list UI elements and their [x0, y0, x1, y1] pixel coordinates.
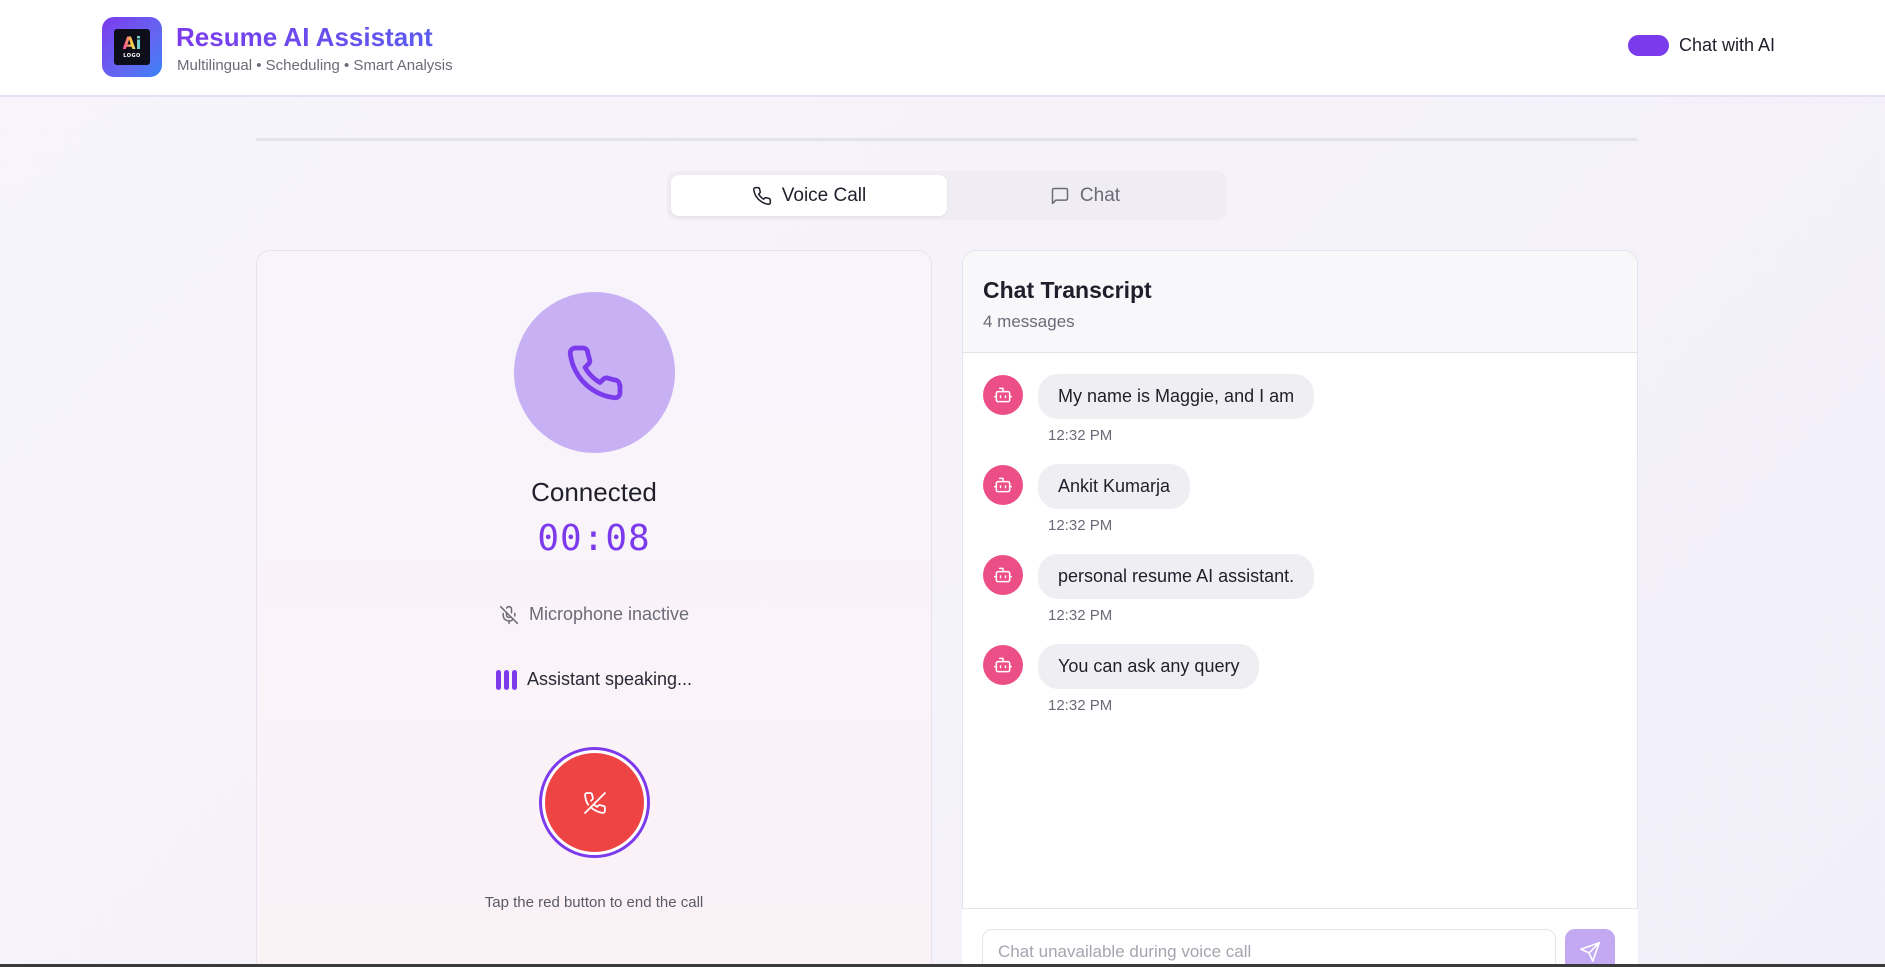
phone-icon [752, 186, 771, 205]
chat-input-bar [962, 908, 1638, 967]
chat-transcript-panel: Chat Transcript 4 messages My name is Ma… [962, 250, 1638, 967]
tab-voice-call[interactable]: Voice Call [671, 175, 947, 216]
toggle-switch[interactable] [1628, 35, 1669, 56]
app-title: Resume AI Assistant [176, 22, 433, 52]
bot-icon [993, 657, 1013, 673]
send-button[interactable] [1565, 929, 1615, 967]
message-count: 4 messages [983, 312, 1075, 331]
message-time: 12:32 PM [1048, 427, 1113, 444]
end-call-ring [539, 747, 650, 858]
end-call-hint: Tap the red button to end the call [484, 894, 704, 911]
assistant-avatar [983, 465, 1023, 505]
send-icon [1580, 942, 1600, 962]
app-subtitle: Multilingual • Scheduling • Smart Analys… [177, 57, 453, 74]
assistant-avatar [983, 645, 1023, 685]
message-time: 12:32 PM [1048, 697, 1113, 714]
bot-icon [993, 387, 1013, 403]
speaking-indicator: Assistant speaking... [257, 669, 931, 690]
mic-status-label: Microphone inactive [528, 604, 690, 624]
voice-call-panel: Connected 00:08 Microphone inactive Assi… [256, 250, 932, 967]
message-bubble: personal resume AI assistant. [1038, 554, 1315, 599]
bot-icon [993, 477, 1013, 493]
logo-mark: Ai LOGO [114, 29, 150, 65]
audio-bars-icon [495, 669, 517, 690]
transcript-header: Chat Transcript 4 messages [963, 251, 1637, 353]
bot-icon [993, 567, 1013, 583]
message-icon [1051, 187, 1069, 204]
message-time: 12:32 PM [1048, 607, 1113, 624]
mic-off-icon [499, 605, 519, 624]
call-status: Connected [531, 477, 657, 507]
tab-chat[interactable]: Chat [947, 175, 1223, 216]
message-bubble: You can ask any query [1038, 644, 1260, 689]
chat-input[interactable] [982, 929, 1556, 967]
progress-divider [256, 138, 1637, 141]
mode-tabs: Voice Call Chat [667, 171, 1227, 220]
logo-subtext: LOGO [123, 52, 141, 59]
assistant-avatar [983, 555, 1023, 595]
speaking-label: Assistant speaking... [526, 669, 693, 689]
phone-icon [567, 345, 622, 400]
transcript-title: Chat Transcript [983, 277, 1152, 303]
call-avatar [514, 292, 675, 453]
microphone-status: Microphone inactive [257, 604, 931, 625]
app-logo: Ai LOGO [102, 17, 162, 77]
message-time: 12:32 PM [1048, 517, 1113, 534]
end-call-button[interactable] [545, 753, 644, 852]
tab-chat-label: Chat [1079, 184, 1121, 206]
message-bubble: My name is Maggie, and I am [1038, 374, 1315, 419]
message-bubble: Ankit Kumarja [1038, 464, 1191, 509]
logo-text: Ai [122, 33, 142, 54]
app-header: Ai LOGO Resume AI Assistant Multilingual… [0, 0, 1885, 97]
tab-voice-call-label: Voice Call [781, 184, 867, 206]
toggle-label: Chat with AI [1679, 35, 1776, 55]
assistant-avatar [983, 375, 1023, 415]
call-timer: 00:08 [537, 518, 651, 559]
chat-with-ai-toggle[interactable]: Chat with AI [1628, 35, 1775, 56]
phone-off-icon [583, 791, 606, 814]
